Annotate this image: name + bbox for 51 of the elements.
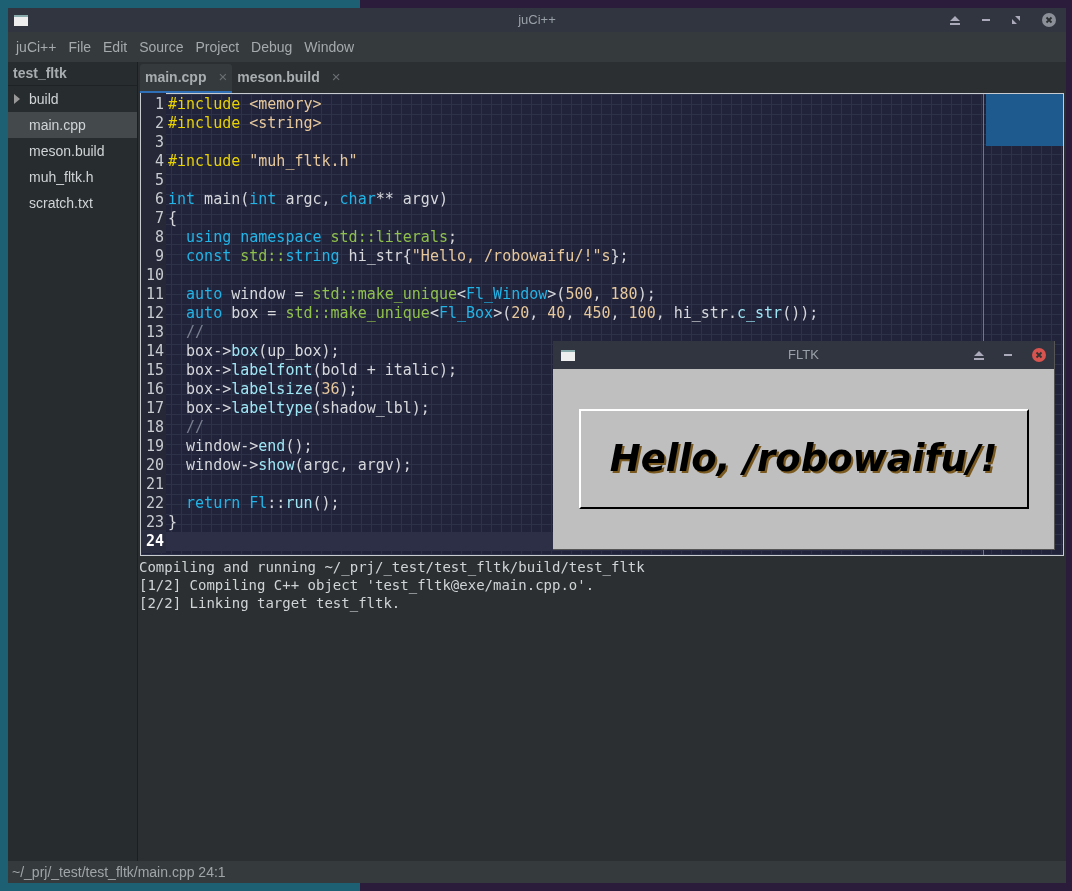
code-line: box->box(up_box);: [185, 341, 340, 363]
project-title: test_fltk: [8, 62, 137, 86]
status-bar: ~/_prj/_test/test_fltk/main.cpp 24:1: [8, 861, 1066, 883]
label-box: Hello, /robowaifu/!: [578, 409, 1029, 509]
code-line: auto box = std::make_unique<Fl_Box>(20, 40, 450, 100, hi_str.c_str());: [185, 303, 819, 325]
menu-item[interactable]: Project: [189, 36, 246, 58]
code-line: window->end();: [185, 436, 313, 458]
eject-icon[interactable]: [950, 15, 960, 25]
close-icon[interactable]: [1032, 348, 1046, 362]
terminal-line: Compiling and running ~/_prj/_test/test_fltk/build/test_fltk: [139, 558, 646, 576]
code-line: box->labelsize(36);: [185, 379, 358, 401]
code-line: const std::string hi_str{"Hello, /robowaifu/!"s};: [185, 246, 629, 268]
maximize-icon[interactable]: [1012, 16, 1020, 24]
menu-item[interactable]: Edit: [97, 36, 134, 58]
menu-item[interactable]: Source: [133, 36, 190, 58]
menu-item[interactable]: juCi++: [10, 36, 63, 58]
file-tree-item[interactable]: main.cpp: [8, 112, 137, 138]
code-line: auto window = std::make_unique<Fl_Window>(500, 180);: [185, 284, 656, 306]
code-line: box->labeltype(shadow_lbl);: [185, 398, 430, 420]
editor-tab[interactable]: main.cpp ×: [140, 64, 233, 93]
code-line: using namespace std::literals;: [185, 227, 457, 249]
code-line: window->show(argc, argv);: [185, 455, 412, 477]
close-tab-button[interactable]: ×: [331, 66, 341, 89]
menu-item[interactable]: File: [62, 36, 98, 58]
file-tree-item[interactable]: muh_fltk.h: [8, 164, 137, 190]
code-line: {: [167, 208, 178, 230]
caret-right-icon[interactable]: [14, 94, 20, 104]
code-line: #include <string>: [167, 113, 322, 135]
terminal-line: [2/2] Linking target test_fltk.: [139, 594, 402, 612]
window-icon: [561, 349, 575, 361]
editor-tab[interactable]: meson.build ×: [232, 64, 346, 93]
window-title: FLTK: [787, 346, 820, 365]
code-line: //: [185, 322, 205, 344]
eject-icon[interactable]: [974, 350, 984, 360]
window-title: juCi++: [517, 11, 557, 30]
code-line: #include "muh_fltk.h": [167, 151, 358, 173]
close-icon[interactable]: [1042, 13, 1056, 27]
code-line: return Fl::run();: [185, 493, 340, 515]
file-tree-item[interactable]: scratch.txt: [8, 190, 137, 216]
code-line: }: [167, 512, 178, 534]
code-line: int main(int argc, char** argv): [167, 189, 448, 211]
file-tree-item[interactable]: build: [8, 86, 137, 112]
code-line: box->labelfont(bold + italic);: [185, 360, 457, 382]
code-line: //: [185, 417, 205, 439]
file-tree-item[interactable]: meson.build: [8, 138, 137, 164]
line-number: 24: [141, 530, 166, 553]
code-line: #include <memory>: [167, 94, 322, 116]
menu-item[interactable]: Window: [298, 36, 361, 58]
terminal-line: [1/2] Compiling C++ object 'test_fltk@exe/main.cpp.o'.: [139, 576, 596, 594]
window-icon: [14, 14, 28, 26]
menu-item[interactable]: Debug: [245, 36, 299, 58]
